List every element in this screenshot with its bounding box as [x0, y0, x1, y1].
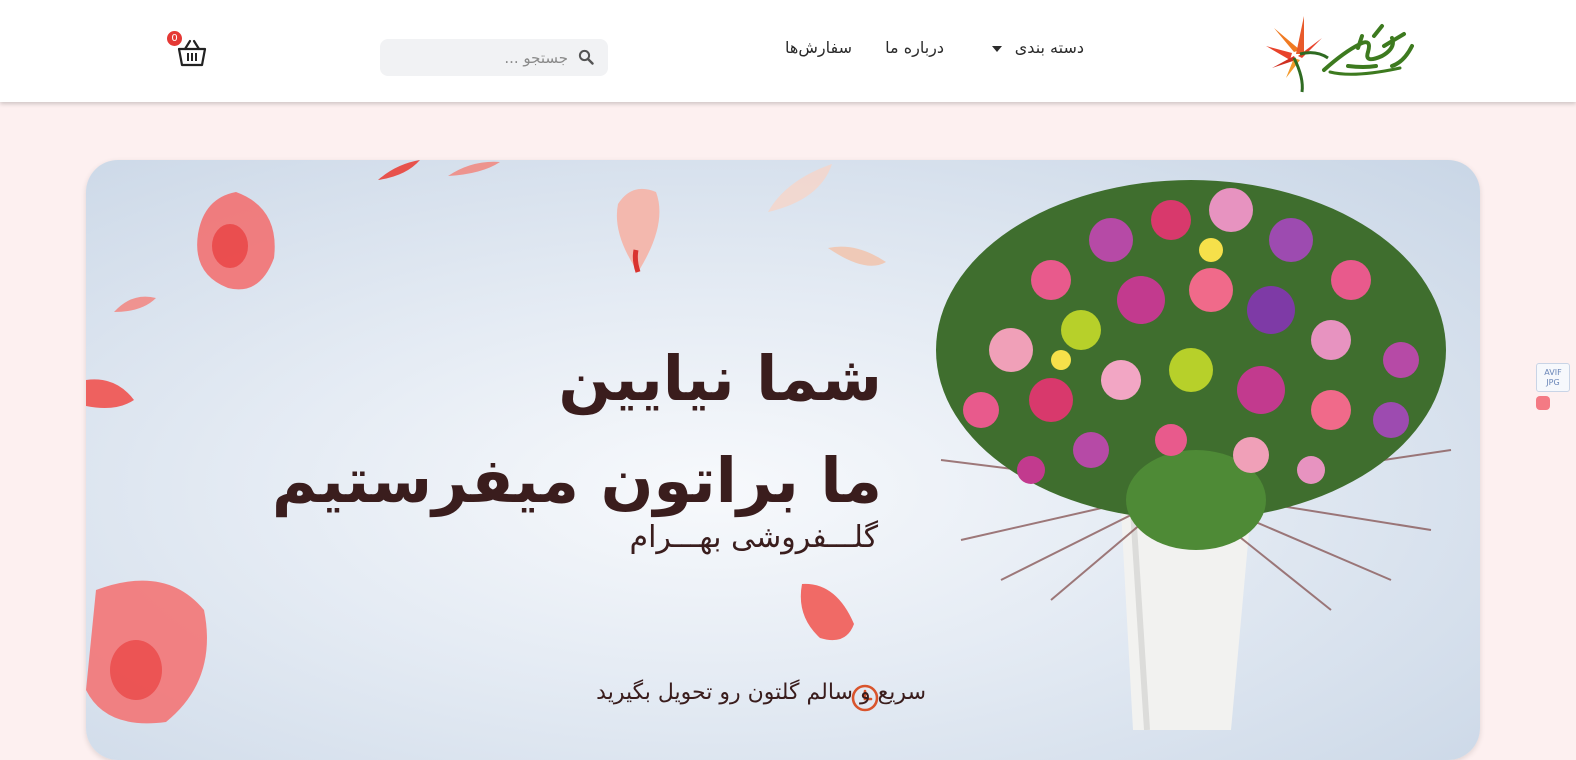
hero-banner: شما نیایین ما براتون میفرستیم گلـــفروشی… — [86, 160, 1480, 760]
nav-categories[interactable]: دسته بندی — [991, 38, 1084, 57]
image-format-line1: AVIF — [1544, 368, 1562, 377]
search-box — [380, 39, 608, 76]
image-format-line2: JPG — [1546, 378, 1560, 387]
rose-petal-image — [768, 164, 832, 212]
rose-petal-image — [114, 296, 156, 312]
main-nav: دسته بندی درباره ما سفارش‌ها — [0, 38, 1576, 62]
hero-subtitle: گلـــفروشی بهـــرام — [629, 520, 878, 555]
site-header: دسته بندی درباره ما سفارش‌ها 0 — [0, 0, 1576, 102]
nav-about[interactable]: درباره ما — [885, 38, 944, 57]
rose-petal-image — [616, 188, 660, 273]
rose-petal-image — [378, 160, 420, 180]
flower-bouquet-image — [936, 180, 1452, 730]
cart-count-badge: 0 — [167, 31, 182, 46]
widget-toggle-dot[interactable] — [1536, 396, 1550, 410]
search-icon[interactable] — [578, 49, 594, 65]
rose-petal-image — [86, 580, 207, 724]
rose-petal-image — [828, 246, 886, 266]
nav-orders[interactable]: سفارش‌ها — [785, 38, 852, 57]
rose-petal-image — [800, 583, 854, 641]
rose-petal-image — [448, 161, 500, 176]
hero-title-line2: ما براتون میفرستیم — [271, 444, 882, 517]
chevron-down-icon — [991, 45, 1002, 52]
search-input[interactable] — [398, 39, 568, 76]
nav-categories-label: دسته بندی — [1014, 38, 1084, 57]
image-format-widget[interactable]: AVIF JPG — [1536, 363, 1570, 392]
hero-title: شما نیایین ما براتون میفرستیم — [272, 328, 882, 532]
rose-petal-image — [197, 192, 275, 290]
hero-feature-text: سریع و سالم گلتون رو تحویل بگیرید — [596, 680, 926, 705]
rose-petal-image — [86, 379, 134, 408]
hero-title-line1: شما نیایین — [558, 342, 882, 415]
